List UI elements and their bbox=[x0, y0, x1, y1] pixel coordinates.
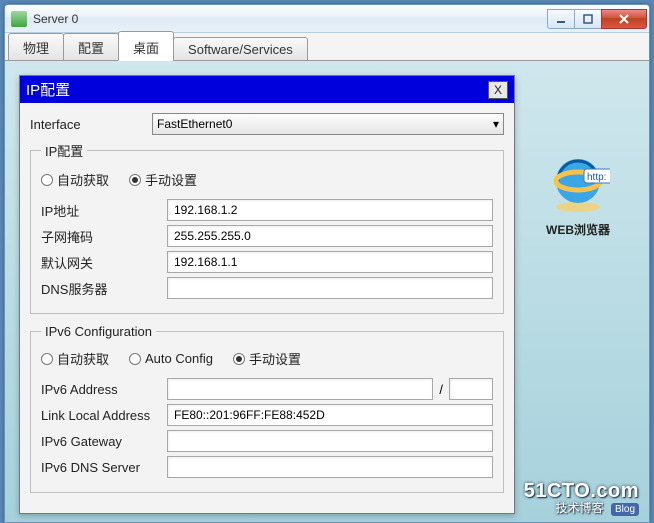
ipv6-dns-input[interactable] bbox=[167, 456, 493, 478]
watermark-line1: 51CTO.com bbox=[524, 480, 639, 502]
ipv6-dhcp-radio[interactable]: 自动获取 bbox=[41, 349, 109, 368]
subnet-mask-label: 子网掩码 bbox=[41, 227, 167, 246]
radio-icon bbox=[129, 174, 141, 186]
tab-config[interactable]: 配置 bbox=[63, 33, 119, 61]
svg-text:http:: http: bbox=[587, 172, 606, 183]
subnet-mask-input[interactable] bbox=[167, 225, 493, 247]
watermark-line2: 技术博客 bbox=[556, 501, 604, 515]
interface-label: Interface bbox=[30, 117, 152, 132]
radio-icon bbox=[41, 174, 53, 186]
radio-icon bbox=[129, 353, 141, 365]
interface-value: FastEthernet0 bbox=[157, 117, 232, 131]
ipv4-fieldset: IP配置 自动获取 手动设置 IP地址 bbox=[30, 141, 504, 314]
app-window: Server 0 物理 配置 桌面 Software/Services IP配置… bbox=[4, 4, 650, 523]
ip-address-label: IP地址 bbox=[41, 201, 167, 220]
radio-icon bbox=[233, 353, 245, 365]
ipv6-prefix-input[interactable] bbox=[449, 378, 493, 400]
ipv6-dns-label: IPv6 DNS Server bbox=[41, 460, 167, 475]
dns-server-input[interactable] bbox=[167, 277, 493, 299]
ipv6-gateway-label: IPv6 Gateway bbox=[41, 434, 167, 449]
app-icon bbox=[11, 11, 27, 27]
browser-icon: http: bbox=[546, 151, 610, 215]
tab-desktop[interactable]: 桌面 bbox=[118, 31, 174, 61]
ipv4-legend: IP配置 bbox=[41, 141, 87, 160]
ipv6-autoconf-radio[interactable]: Auto Config bbox=[129, 351, 213, 366]
ipv6-static-radio[interactable]: 手动设置 bbox=[233, 349, 301, 368]
ipv6-address-input[interactable] bbox=[167, 378, 433, 400]
radio-label: Auto Config bbox=[145, 351, 213, 366]
ip-address-input[interactable] bbox=[167, 199, 493, 221]
dns-server-label: DNS服务器 bbox=[41, 279, 167, 298]
workspace: IP配置 X Interface FastEthernet0 ▾ IP配置 bbox=[5, 61, 649, 522]
dialog-close-button[interactable]: X bbox=[488, 81, 508, 99]
tab-bar: 物理 配置 桌面 Software/Services bbox=[5, 33, 649, 61]
default-gateway-label: 默认网关 bbox=[41, 253, 167, 272]
dialog-titlebar: IP配置 X bbox=[20, 76, 514, 103]
tab-software-services[interactable]: Software/Services bbox=[173, 37, 308, 61]
window-controls bbox=[548, 9, 647, 29]
ipv6-address-label: IPv6 Address bbox=[41, 382, 167, 397]
radio-label: 自动获取 bbox=[57, 349, 109, 368]
watermark-blog-badge: Blog bbox=[611, 503, 639, 516]
radio-label: 自动获取 bbox=[57, 170, 109, 189]
chevron-down-icon: ▾ bbox=[493, 117, 499, 131]
radio-icon bbox=[41, 353, 53, 365]
web-browser-label: WEB浏览器 bbox=[533, 221, 623, 238]
titlebar: Server 0 bbox=[5, 5, 649, 33]
radio-label: 手动设置 bbox=[249, 349, 301, 368]
web-browser-shortcut[interactable]: http: WEB浏览器 bbox=[533, 151, 623, 238]
link-local-label: Link Local Address bbox=[41, 408, 167, 423]
window-title: Server 0 bbox=[33, 12, 548, 26]
link-local-input[interactable] bbox=[167, 404, 493, 426]
tab-physical[interactable]: 物理 bbox=[8, 33, 64, 61]
ipv4-static-radio[interactable]: 手动设置 bbox=[129, 170, 197, 189]
close-icon bbox=[618, 13, 630, 25]
watermark: 51CTO.com 技术博客 Blog bbox=[524, 480, 639, 516]
ipv6-legend: IPv6 Configuration bbox=[41, 324, 156, 339]
radio-label: 手动设置 bbox=[145, 170, 197, 189]
interface-select[interactable]: FastEthernet0 ▾ bbox=[152, 113, 504, 135]
minimize-button[interactable] bbox=[547, 9, 575, 29]
ipv4-dhcp-radio[interactable]: 自动获取 bbox=[41, 170, 109, 189]
minimize-icon bbox=[556, 14, 566, 24]
dialog-title: IP配置 bbox=[26, 79, 488, 100]
dialog-body: Interface FastEthernet0 ▾ IP配置 自动获取 bbox=[20, 103, 514, 513]
close-button[interactable] bbox=[601, 9, 647, 29]
ipv6-fieldset: IPv6 Configuration 自动获取 Auto Config 手 bbox=[30, 324, 504, 493]
maximize-button[interactable] bbox=[574, 9, 602, 29]
maximize-icon bbox=[583, 14, 593, 24]
prefix-separator: / bbox=[433, 382, 449, 397]
default-gateway-input[interactable] bbox=[167, 251, 493, 273]
ip-config-dialog: IP配置 X Interface FastEthernet0 ▾ IP配置 bbox=[19, 75, 515, 514]
ipv6-gateway-input[interactable] bbox=[167, 430, 493, 452]
